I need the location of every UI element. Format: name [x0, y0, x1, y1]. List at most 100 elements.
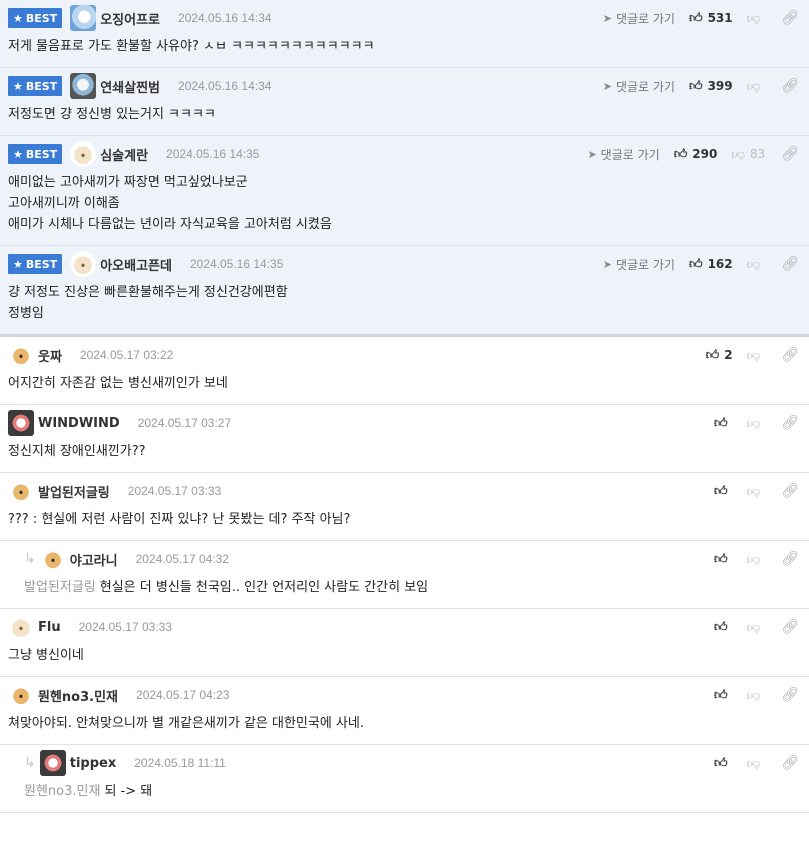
link-icon[interactable]: 🔗︎ [781, 415, 799, 431]
nickname[interactable]: 뭔헨no3.민재 [38, 686, 118, 705]
link-icon[interactable]: 🔗︎ [781, 483, 799, 499]
avatar[interactable] [8, 342, 34, 368]
thumbs-down-icon: 👍︎ [746, 755, 761, 771]
link-icon[interactable]: 🔗︎ [781, 619, 799, 635]
nickname[interactable]: 아오배고픈데 [100, 255, 172, 274]
nickname[interactable]: 연쇄살찐범 [100, 77, 160, 96]
avatar[interactable] [8, 682, 34, 708]
comment-text: 현실은 더 병신들 천국임.. 인간 언저리인 사람도 간간히 보임 [99, 580, 429, 595]
comment-body: 쳐맞아야되. 안쳐맞으니까 별 개같은새끼가 같은 대한민국에 사네. [8, 713, 801, 744]
link-icon[interactable]: 🔗︎ [781, 10, 799, 26]
avatar[interactable] [39, 546, 66, 572]
comment-item: 발업된저글링 2024.05.17 03:33 👍︎ 👍︎ 🔗︎ ??? : 현실에 저런… [0, 473, 809, 541]
comment-line: ??? : 현실에 저런 사람이 진짜 있냐? 난 못봤는 데? 주작 아님? [8, 509, 801, 530]
dislike-button[interactable]: 👍︎ [747, 484, 766, 499]
reply-go-label: 댓글로 가기 [600, 147, 660, 162]
comment-header: ★ BEST 아오배고픈데 2024.05.16 14:35 ➤ 댓글로 가기 👍︎ 162 👍… [8, 246, 801, 282]
dislike-button[interactable]: 👍︎ [747, 756, 766, 771]
comment-header: 뭔헨no3.민재 2024.05.17 04:23 👍︎ 👍︎ 🔗︎ [8, 677, 801, 713]
nickname[interactable]: 오징어프로 [100, 9, 160, 28]
reply-go-link[interactable]: ➤ 댓글로 가기 [587, 146, 659, 163]
comment-line: 고아새끼니까 이해좀 [8, 193, 801, 214]
comment-line: 애미없는 고아새끼가 짜장면 먹고싶었나보군 [8, 172, 801, 193]
like-button[interactable]: 👍︎ [714, 620, 733, 635]
comment-text: 애미없는 고아새끼가 짜장면 먹고싶었나보군 [8, 175, 248, 190]
comment-line: 발업된저글링 현실은 더 병신들 천국임.. 인간 언저리인 사람도 간간히 보임 [24, 577, 801, 598]
dislike-button[interactable]: 👍︎ [747, 688, 766, 703]
comment-item: 웃짜 2024.05.17 03:22 👍︎ 2 👍︎ 🔗︎ 어지간히 자존감 없는 병신새… [0, 337, 809, 405]
nickname[interactable]: 발업된저글링 [38, 482, 110, 501]
thumbs-up-icon: 👍︎ [714, 483, 728, 499]
thumbs-up-icon: 👍︎ [673, 146, 688, 162]
dislike-count: 83 [749, 147, 766, 161]
avatar[interactable] [70, 251, 97, 277]
link-icon[interactable]: 🔗︎ [781, 347, 799, 363]
thumbs-down-icon: 👍︎ [746, 483, 761, 499]
nickname[interactable]: 야고라니 [70, 550, 118, 569]
like-button[interactable]: 👍︎ [714, 484, 733, 499]
thumbs-up-icon: 👍︎ [688, 256, 703, 272]
avatar[interactable] [70, 73, 97, 99]
like-button[interactable]: 👍︎ 531 [689, 11, 733, 26]
avatar[interactable] [70, 5, 97, 31]
like-button[interactable]: 👍︎ [714, 552, 733, 567]
reply-go-link[interactable]: ➤ 댓글로 가기 [603, 78, 675, 95]
dislike-button[interactable]: 👍︎ [747, 257, 766, 272]
like-button[interactable]: 👍︎ 162 [689, 257, 733, 272]
link-icon[interactable]: 🔗︎ [781, 551, 799, 567]
comment-text: 되 -> 돼 [104, 784, 153, 799]
comment-actions: ➤ 댓글로 가기 👍︎ 531 👍︎ 🔗︎ [603, 0, 801, 36]
avatar[interactable] [39, 750, 66, 776]
link-icon[interactable]: 🔗︎ [781, 687, 799, 703]
nickname[interactable]: 웃짜 [38, 346, 62, 365]
avatar[interactable] [8, 614, 34, 640]
reply-go-link[interactable]: ➤ 댓글로 가기 [603, 10, 675, 27]
reply-go-link[interactable]: ➤ 댓글로 가기 [603, 256, 675, 273]
mention-link[interactable]: 뭔헨no3.민재 [24, 784, 100, 799]
dislike-button[interactable]: 👍︎ [747, 348, 766, 363]
like-button[interactable]: 👍︎ 399 [689, 79, 733, 94]
comment-text: 걍 저정도 진상은 빠른환불해주는게 정신건강에편함 [8, 285, 288, 300]
comment-text: 그냥 병신이네 [8, 648, 84, 663]
comment-body: 그냥 병신이네 [8, 645, 801, 676]
nickname[interactable]: WINDWIND [38, 416, 120, 431]
comment-actions: 👍︎ 👍︎ 🔗︎ [714, 473, 801, 509]
best-label: BEST [25, 79, 58, 93]
like-button[interactable]: 👍︎ [714, 688, 733, 703]
like-button[interactable]: 👍︎ 2 [706, 348, 733, 363]
comment-line: 어지간히 자존감 없는 병신새끼인가 보네 [8, 373, 801, 394]
avatar[interactable] [70, 141, 97, 167]
mention-link[interactable]: 발업된저글링 [24, 580, 96, 595]
best-badge: ★ BEST [8, 254, 63, 274]
link-icon[interactable]: 🔗︎ [781, 755, 799, 771]
like-button[interactable]: 👍︎ [714, 756, 733, 771]
like-count: 2 [724, 348, 733, 362]
dislike-button[interactable]: 👍︎ [747, 552, 766, 567]
dislike-button[interactable]: 👍︎ [747, 416, 766, 431]
nickname[interactable]: 심술계란 [100, 145, 148, 164]
like-button[interactable]: 👍︎ 290 [674, 147, 718, 162]
avatar[interactable] [8, 478, 34, 504]
thumbs-up-icon: 👍︎ [705, 347, 720, 363]
link-icon[interactable]: 🔗︎ [781, 256, 799, 272]
like-button[interactable]: 👍︎ [714, 416, 733, 431]
link-icon[interactable]: 🔗︎ [781, 78, 799, 94]
comment-date: 2024.05.16 14:34 [178, 79, 272, 93]
best-badge: ★ BEST [8, 144, 63, 164]
comment-item: ★ BEST 연쇄살찐범 2024.05.16 14:34 ➤ 댓글로 가기 👍︎ 399 👍︎… [0, 68, 809, 136]
send-icon: ➤ [587, 147, 597, 161]
link-icon[interactable]: 🔗︎ [781, 146, 799, 162]
comment-body: 정신지체 장애인새낀가?? [8, 441, 801, 472]
avatar[interactable] [8, 410, 34, 436]
comment-line: 저정도면 걍 정신병 있는거지 ㅋㅋㅋㅋ [8, 104, 801, 125]
comment-date: 2024.05.17 03:33 [127, 484, 222, 498]
dislike-button[interactable]: 👍︎ [747, 11, 766, 26]
thumbs-down-icon: 👍︎ [746, 10, 761, 26]
dislike-button[interactable]: 👍︎ 83 [731, 147, 765, 162]
dislike-button[interactable]: 👍︎ [747, 620, 766, 635]
dislike-button[interactable]: 👍︎ [747, 79, 766, 94]
nickname[interactable]: Flu [38, 620, 61, 635]
send-icon: ➤ [602, 257, 612, 271]
comment-actions: ➤ 댓글로 가기 👍︎ 399 👍︎ 🔗︎ [603, 68, 801, 104]
nickname[interactable]: tippex [70, 756, 116, 771]
